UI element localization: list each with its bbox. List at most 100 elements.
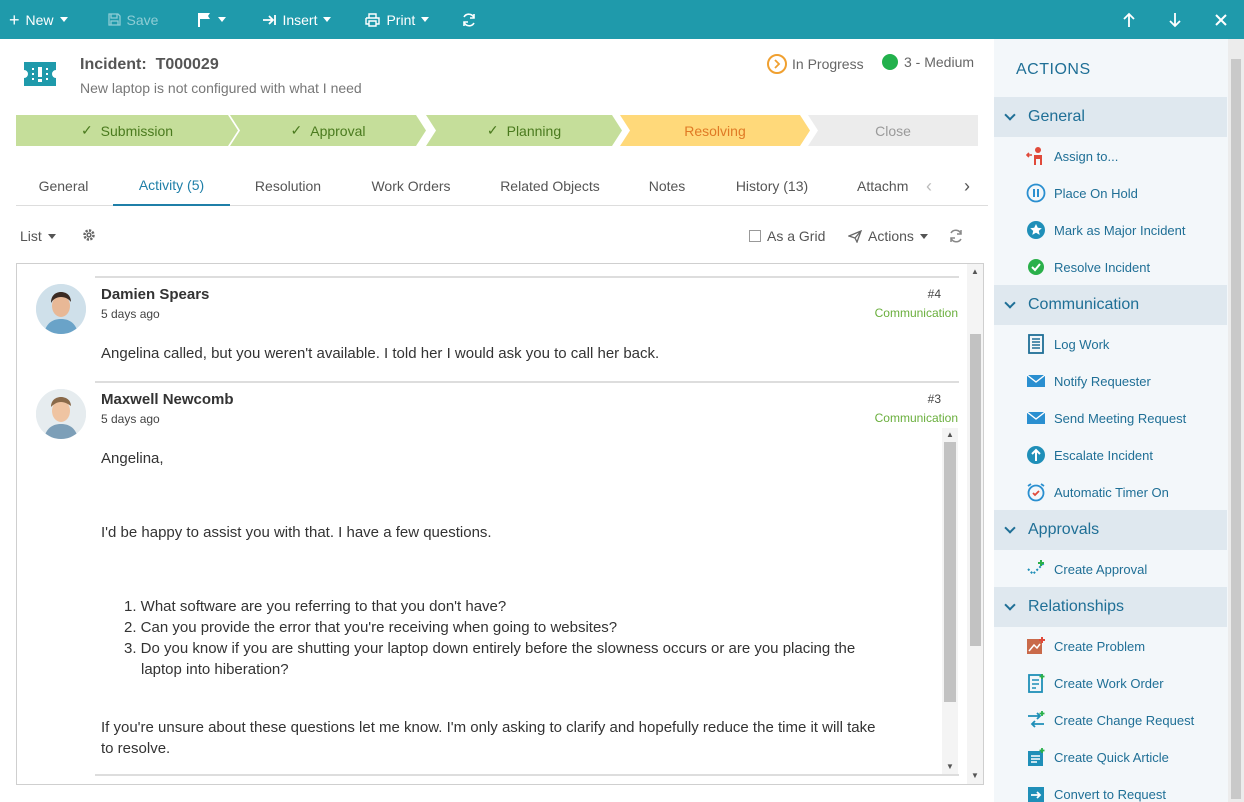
stage-close[interactable]: Close xyxy=(808,115,978,146)
check-icon: ✓ xyxy=(290,122,303,138)
tab-label: General xyxy=(38,177,89,194)
section-general[interactable]: General xyxy=(994,97,1227,137)
flag-button[interactable] xyxy=(189,0,235,39)
scroll-up-icon[interactable]: ▲ xyxy=(946,430,954,439)
section-label: General xyxy=(1028,108,1085,125)
as-grid-checkbox[interactable]: As a Grid xyxy=(749,228,825,244)
tab-activity[interactable]: Activity (5) xyxy=(113,165,230,206)
tab-history[interactable]: History (13) xyxy=(720,165,824,206)
action-escalate-incident[interactable]: Escalate Incident xyxy=(1026,444,1153,466)
priority-label: 3 - Medium xyxy=(904,54,975,70)
tab-related-objects[interactable]: Related Objects xyxy=(488,165,612,206)
tab-label: Activity (5) xyxy=(138,176,205,193)
action-notify-requester[interactable]: Notify Requester xyxy=(1026,370,1151,392)
stage-label: Close xyxy=(875,122,911,139)
stage-label: Submission xyxy=(100,122,174,139)
tab-notes[interactable]: Notes xyxy=(634,165,700,206)
action-create-work-order[interactable]: Create Work Order xyxy=(1026,672,1164,694)
next-record-button[interactable] xyxy=(1152,0,1198,39)
action-place-on-hold[interactable]: Place On Hold xyxy=(1026,182,1138,204)
section-communication[interactable]: Communication xyxy=(994,285,1227,325)
action-automatic-timer[interactable]: Automatic Timer On xyxy=(1026,481,1169,503)
priority-dot-icon xyxy=(882,54,898,70)
scrollbar-thumb[interactable] xyxy=(970,334,981,646)
tab-work-orders[interactable]: Work Orders xyxy=(356,165,466,206)
avatar xyxy=(36,284,86,334)
log-icon xyxy=(1028,334,1044,354)
check-icon: ✓ xyxy=(80,122,93,138)
entry-category-link[interactable]: Communication xyxy=(875,306,958,320)
tab-resolution[interactable]: Resolution xyxy=(240,165,336,206)
refresh-activity-button[interactable] xyxy=(948,228,964,244)
action-label: Resolve Incident xyxy=(1054,259,1151,275)
insert-button[interactable]: Insert xyxy=(253,0,340,39)
scrollbar-thumb[interactable] xyxy=(1231,59,1241,799)
action-convert-to-request[interactable]: Convert to Request xyxy=(1026,783,1166,802)
chevron-down-icon xyxy=(59,17,68,22)
stage-approval[interactable]: ✓ Approval xyxy=(230,115,426,146)
alarm-clock-icon xyxy=(1027,483,1045,502)
action-log-work[interactable]: Log Work xyxy=(1026,333,1109,355)
scroll-down-icon[interactable]: ▼ xyxy=(946,762,954,771)
save-button[interactable]: Save xyxy=(99,0,168,39)
action-assign-to[interactable]: Assign to... xyxy=(1026,145,1118,167)
settings-button[interactable] xyxy=(82,228,96,242)
actions-label: Actions xyxy=(868,228,914,244)
section-approvals[interactable]: Approvals xyxy=(994,510,1227,550)
check-icon: ✓ xyxy=(486,122,499,138)
action-create-change-request[interactable]: Create Change Request xyxy=(1026,709,1194,731)
section-relationships[interactable]: Relationships xyxy=(994,587,1227,627)
entry-body-intro: I'd be happy to assist you with that. I … xyxy=(101,524,492,541)
action-send-meeting-request[interactable]: Send Meeting Request xyxy=(1026,407,1186,429)
section-label: Approvals xyxy=(1028,521,1100,538)
action-create-quick-article[interactable]: Create Quick Article xyxy=(1026,746,1169,768)
change-request-icon xyxy=(1028,711,1045,728)
main-toolbar: + New Save Insert Print xyxy=(0,0,1244,39)
tabs-scroll-left-icon[interactable]: ‹ xyxy=(926,176,932,197)
incident-label: Incident: xyxy=(80,56,147,73)
entry-body-question: 3. Do you know if you are shutting your … xyxy=(124,640,856,657)
pause-icon xyxy=(1026,183,1046,203)
previous-record-button[interactable] xyxy=(1106,0,1152,39)
feed-scrollbar[interactable]: ▲ ▼ xyxy=(967,264,983,784)
chevron-down-icon xyxy=(1004,109,1016,121)
action-label: Escalate Incident xyxy=(1054,447,1154,463)
action-create-problem[interactable]: Create Problem xyxy=(1026,635,1145,657)
action-label: Place On Hold xyxy=(1054,185,1138,201)
print-button[interactable]: Print xyxy=(356,0,438,39)
action-label: Log Work xyxy=(1054,336,1110,352)
tab-attachments[interactable]: Attachm xyxy=(850,165,922,206)
stage-resolving[interactable]: Resolving xyxy=(620,115,810,146)
action-label: Send Meeting Request xyxy=(1054,410,1187,426)
convert-icon xyxy=(1028,787,1044,802)
refresh-button[interactable] xyxy=(452,0,486,39)
action-mark-major-incident[interactable]: Mark as Major Incident xyxy=(1026,219,1186,241)
stage-planning[interactable]: ✓ Planning xyxy=(426,115,622,146)
entry-scrollbar[interactable]: ▲ ▼ xyxy=(942,428,958,774)
priority-indicator[interactable]: 3 - Medium xyxy=(882,54,974,70)
actions-dropdown[interactable]: Actions xyxy=(848,228,928,244)
scroll-down-icon[interactable]: ▼ xyxy=(971,771,979,780)
scroll-up-icon[interactable]: ▲ xyxy=(971,267,979,276)
panel-scrollbar[interactable] xyxy=(1228,39,1244,802)
save-label: Save xyxy=(126,11,159,28)
entry-divider xyxy=(95,276,959,278)
entry-timestamp: 5 days ago xyxy=(101,412,160,426)
action-create-approval[interactable]: Create Approval xyxy=(1026,558,1147,580)
status-indicator[interactable]: In Progress xyxy=(767,54,864,74)
entry-category-link[interactable]: Communication xyxy=(875,411,958,425)
new-button[interactable]: + New xyxy=(0,0,77,39)
action-resolve-incident[interactable]: Resolve Incident xyxy=(1026,256,1150,278)
scrollbar-thumb[interactable] xyxy=(944,442,956,702)
tabs-scroll-right-icon[interactable]: › xyxy=(964,176,970,197)
chevron-down-icon xyxy=(1004,599,1016,611)
stage-label: Approval xyxy=(310,122,366,139)
close-button[interactable] xyxy=(1198,0,1244,39)
tab-general[interactable]: General xyxy=(16,165,111,206)
ticket-icon xyxy=(24,62,56,86)
activity-feed[interactable]: Damien Spears 5 days ago #4 Communicatio… xyxy=(16,263,984,785)
stage-submission[interactable]: ✓ Submission xyxy=(16,115,238,146)
assign-user-icon xyxy=(1026,147,1042,165)
incident-id: T000029 xyxy=(155,56,219,73)
view-mode-dropdown[interactable]: List xyxy=(20,228,56,244)
